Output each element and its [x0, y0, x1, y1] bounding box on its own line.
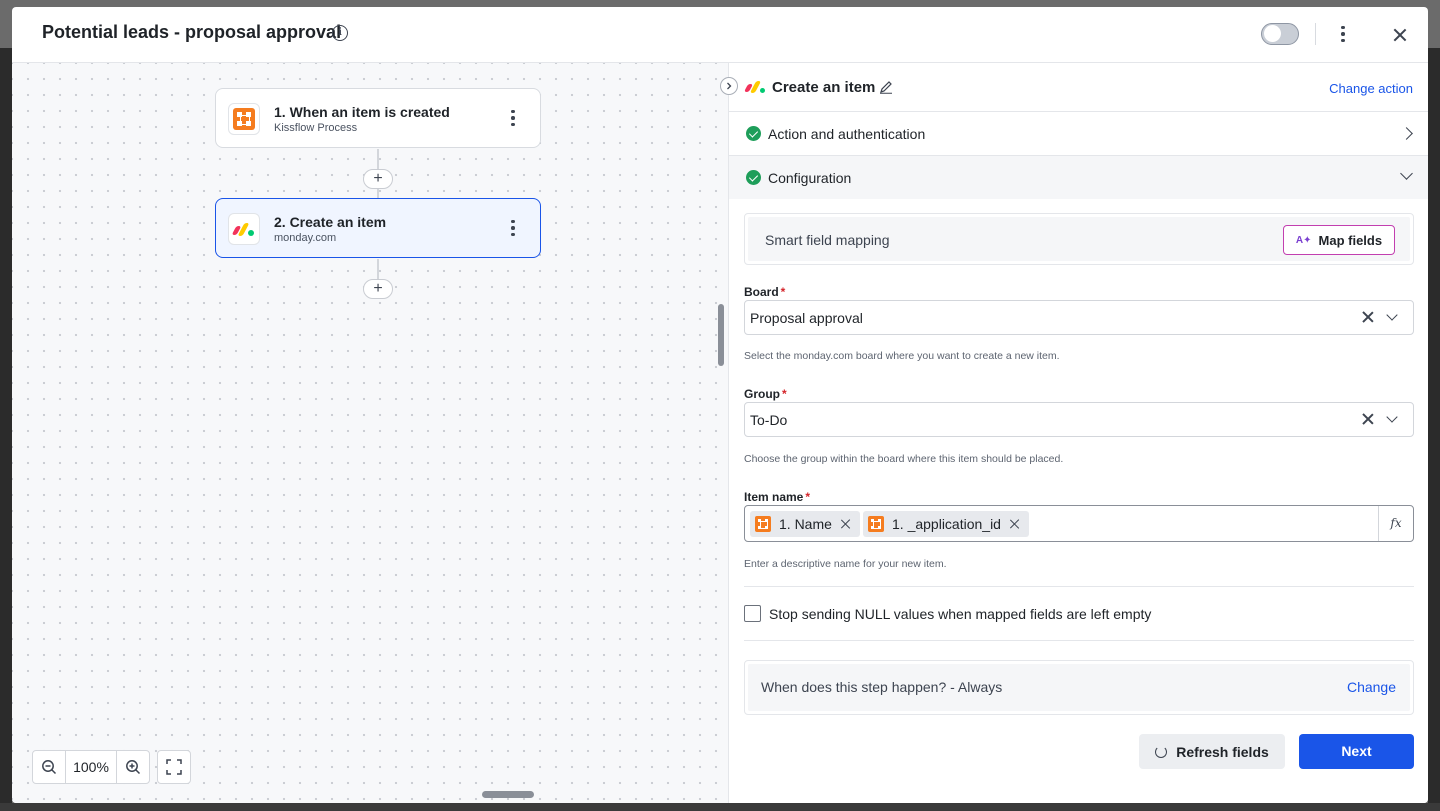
step-condition-label: When does this step happen? - Always — [761, 679, 1003, 695]
refresh-fields-label: Refresh fields — [1176, 743, 1269, 760]
workflow-node-trigger[interactable]: 1. When an item is created Kissflow Proc… — [215, 88, 541, 148]
mapped-field-tag: 1. Name — [750, 511, 860, 537]
item-name-help-text: Enter a descriptive name for your new it… — [744, 558, 947, 570]
kissflow-logo-icon — [868, 516, 884, 532]
item-name-label: Item name * — [744, 490, 811, 504]
workflow-canvas[interactable]: 1. When an item is created Kissflow Proc… — [12, 63, 728, 803]
group-value: To-Do — [750, 412, 788, 428]
step-config-panel: Create an item Change action Action and … — [720, 63, 1428, 803]
node-menu-icon[interactable] — [505, 218, 521, 238]
section-configuration[interactable]: Configuration — [729, 155, 1428, 199]
smart-mapping-label: Smart field mapping — [765, 232, 890, 248]
monday-logo-icon — [228, 213, 260, 245]
header-divider — [1315, 23, 1316, 45]
add-step-button[interactable]: + — [363, 279, 393, 299]
panel-title: Create an item — [772, 79, 876, 96]
chevron-down-icon[interactable] — [1386, 309, 1398, 321]
more-options-icon[interactable] — [1335, 24, 1351, 44]
divider — [744, 586, 1414, 587]
modal-header: Potential leads - proposal approval i — [12, 7, 1428, 63]
info-icon[interactable]: i — [332, 25, 348, 41]
stop-null-checkbox[interactable] — [744, 605, 761, 622]
success-check-icon — [746, 170, 761, 185]
change-action-link[interactable]: Change action — [1329, 81, 1413, 96]
board-help-text: Select the monday.com board where you wa… — [744, 350, 1060, 362]
workflow-active-toggle[interactable] — [1261, 23, 1299, 45]
clear-group-icon[interactable] — [1360, 411, 1376, 427]
next-button[interactable]: Next — [1299, 734, 1414, 769]
mapped-field-tag: 1. _application_id — [863, 511, 1029, 537]
step-condition-box: When does this step happen? - Always Cha… — [744, 660, 1414, 715]
close-icon[interactable] — [1391, 26, 1409, 44]
modal-title: Potential leads - proposal approval — [42, 22, 342, 42]
change-condition-link[interactable]: Change — [1347, 679, 1396, 695]
item-name-input[interactable]: 1. Name 1. _application_id fx — [744, 505, 1414, 542]
success-check-icon — [746, 126, 761, 141]
stop-null-label: Stop sending NULL values when mapped fie… — [769, 606, 1152, 622]
workflow-editor-modal: Potential leads - proposal approval i 1.… — [12, 7, 1428, 803]
zoom-in-icon[interactable] — [117, 751, 149, 783]
node-subtitle: Kissflow Process — [274, 122, 358, 134]
map-fields-label: Map fields — [1318, 232, 1383, 248]
workflow-node-action[interactable]: 2. Create an item monday.com — [215, 198, 541, 258]
panel-header: Create an item Change action — [729, 63, 1428, 111]
canvas-horizontal-scrollbar[interactable] — [482, 791, 534, 798]
section-label: Configuration — [768, 170, 852, 186]
refresh-icon — [1155, 745, 1168, 758]
map-fields-button[interactable]: A✦ Map fields — [1283, 225, 1395, 255]
node-title: 2. Create an item — [274, 214, 387, 230]
formula-fx-button[interactable]: fx — [1378, 506, 1413, 541]
group-label: Group * — [744, 387, 787, 401]
group-select[interactable]: To-Do — [744, 402, 1414, 437]
board-value: Proposal approval — [750, 310, 863, 326]
zoom-out-icon[interactable] — [33, 751, 65, 783]
zoom-level: 100% — [65, 751, 117, 783]
backdrop-right-strip — [1428, 48, 1440, 811]
node-subtitle: monday.com — [274, 232, 337, 244]
board-select[interactable]: Proposal approval — [744, 300, 1414, 335]
node-title: 1. When an item is created — [274, 104, 450, 120]
remove-tag-icon[interactable] — [840, 518, 852, 530]
chevron-down-icon — [1400, 167, 1413, 180]
monday-logo-icon — [743, 81, 765, 93]
kissflow-logo-icon — [755, 516, 771, 532]
refresh-fields-button[interactable]: Refresh fields — [1139, 734, 1285, 769]
backdrop-left-strip — [0, 48, 12, 811]
node-menu-icon[interactable] — [505, 108, 521, 128]
fit-to-screen-icon[interactable] — [157, 750, 191, 784]
ai-sparkle-icon: A✦ — [1295, 234, 1312, 246]
edit-title-pencil-icon[interactable] — [879, 80, 893, 94]
remove-tag-icon[interactable] — [1009, 518, 1021, 530]
backdrop-bottom-strip — [0, 803, 1440, 811]
chevron-right-icon — [1400, 127, 1413, 140]
section-action-authentication[interactable]: Action and authentication — [729, 111, 1428, 155]
add-step-button[interactable]: + — [363, 169, 393, 189]
smart-field-mapping: Smart field mapping A✦ Map fields — [744, 213, 1414, 265]
zoom-controls: 100% — [32, 750, 150, 784]
group-help-text: Choose the group within the board where … — [744, 453, 1064, 465]
chevron-down-icon[interactable] — [1386, 411, 1398, 423]
toggle-knob — [1264, 25, 1281, 42]
board-label: Board * — [744, 285, 786, 299]
divider — [744, 640, 1414, 641]
section-label: Action and authentication — [768, 126, 926, 142]
canvas-vertical-scrollbar[interactable] — [718, 304, 724, 366]
kissflow-logo-icon — [228, 103, 260, 135]
clear-board-icon[interactable] — [1360, 309, 1376, 325]
